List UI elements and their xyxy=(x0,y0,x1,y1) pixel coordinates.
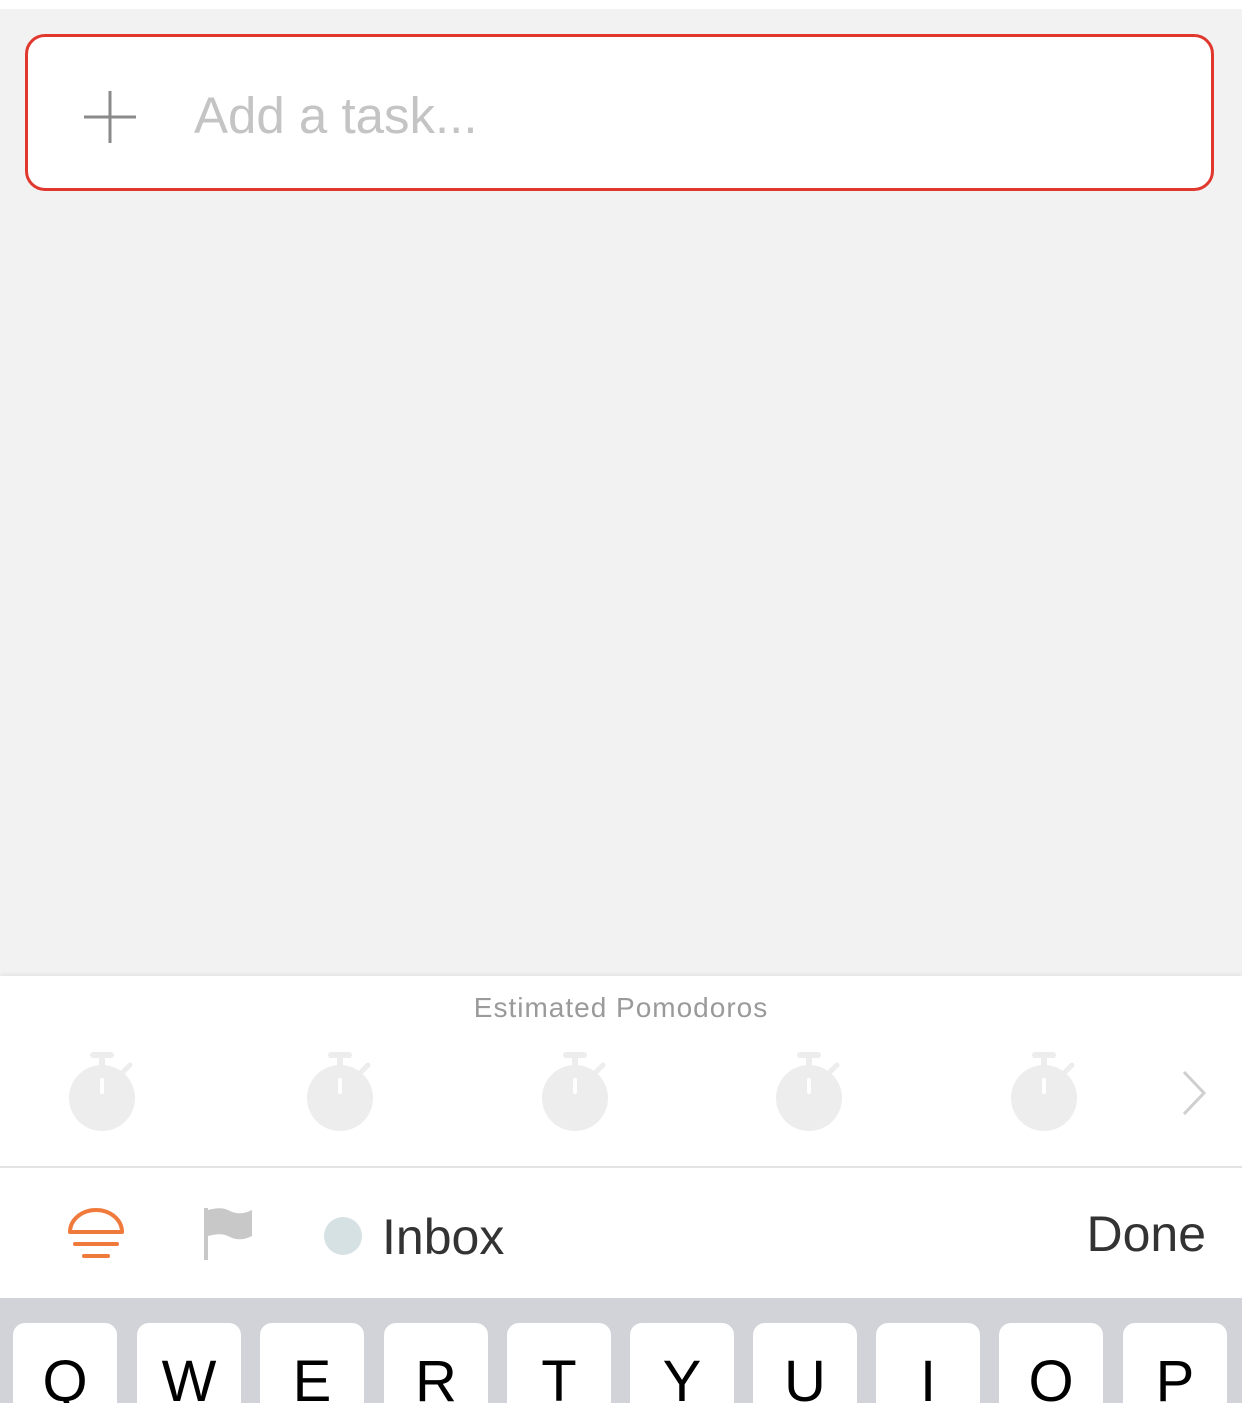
sunrise-icon[interactable] xyxy=(66,1206,126,1264)
key-y[interactable]: Y xyxy=(630,1323,734,1403)
project-selector[interactable]: Inbox xyxy=(382,1209,504,1265)
key-t[interactable]: T xyxy=(507,1323,611,1403)
divider xyxy=(0,1166,1242,1168)
key-r[interactable]: R xyxy=(384,1323,488,1403)
chevron-right-icon[interactable] xyxy=(1178,1068,1210,1118)
stopwatch-icon[interactable] xyxy=(540,1050,610,1132)
project-color-dot xyxy=(324,1217,362,1255)
add-task-box[interactable] xyxy=(25,34,1214,191)
estimated-pomodoros-label: Estimated Pomodoros xyxy=(473,992,769,1023)
stopwatch-icon[interactable] xyxy=(67,1050,137,1132)
key-w[interactable]: W xyxy=(137,1323,241,1403)
keyboard: Q W E R T Y U I O P xyxy=(0,1298,1242,1403)
stopwatch-icon[interactable] xyxy=(1009,1050,1079,1132)
key-i[interactable]: I xyxy=(876,1323,980,1403)
stopwatch-icon[interactable] xyxy=(774,1050,844,1132)
stopwatch-icon[interactable] xyxy=(305,1050,375,1132)
key-p[interactable]: P xyxy=(1123,1323,1227,1403)
done-button[interactable]: Done xyxy=(1086,1206,1206,1262)
key-q[interactable]: Q xyxy=(13,1323,117,1403)
task-input[interactable] xyxy=(194,77,1154,153)
top-strip xyxy=(0,0,1242,9)
key-u[interactable]: U xyxy=(753,1323,857,1403)
key-e[interactable]: E xyxy=(260,1323,364,1403)
key-o[interactable]: O xyxy=(999,1323,1103,1403)
task-options-panel: Estimated Pomodoros Inbox Done xyxy=(0,976,1242,1298)
plus-icon[interactable] xyxy=(82,89,138,145)
flag-icon[interactable] xyxy=(202,1206,254,1260)
